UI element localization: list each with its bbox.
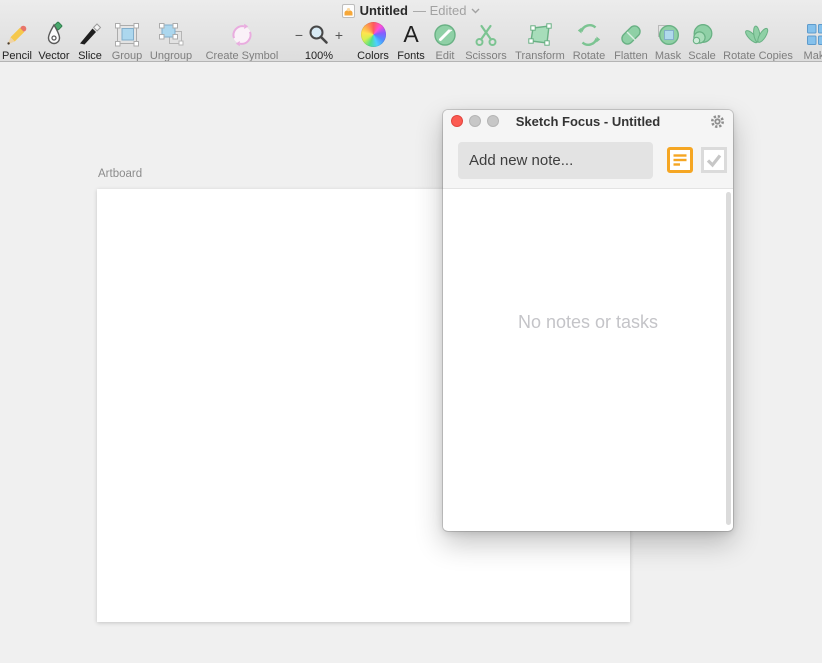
- toolbar-pencil-label: Pencil: [2, 50, 32, 62]
- toolbar-fonts[interactable]: A Fonts: [391, 20, 431, 62]
- toolbar-slice[interactable]: Slice: [74, 20, 106, 62]
- toolbar-make-grid[interactable]: Make: [788, 20, 822, 62]
- create-symbol-icon: [229, 20, 255, 49]
- vector-pen-icon: [40, 20, 68, 49]
- zoom-button: [487, 115, 499, 127]
- rotate-icon: [575, 20, 603, 49]
- colors-wheel-icon: [360, 20, 386, 49]
- ungroup-icon: [156, 20, 186, 49]
- artboard-label[interactable]: Artboard: [98, 168, 142, 180]
- toolbar-mask-label: Mask: [654, 50, 682, 62]
- toolbar-edit-label: Edit: [435, 50, 455, 62]
- task-mode-button[interactable]: [701, 146, 727, 174]
- toolbar-colors[interactable]: Colors: [351, 20, 395, 62]
- window-edited-status: — Edited: [412, 3, 467, 18]
- make-grid-icon: [805, 20, 822, 49]
- minimize-button: [469, 115, 481, 127]
- empty-state-text: No notes or tasks: [517, 312, 659, 332]
- toolbar-vector[interactable]: Vector: [35, 20, 73, 62]
- toolbar-rotate[interactable]: Rotate: [567, 20, 611, 62]
- pencil-icon: [3, 20, 31, 49]
- toolbar-tools: Pencil Vector Slice Group Ungroup Create…: [0, 18, 822, 62]
- sketch-focus-panel: Sketch Focus - Untitled No notes or task…: [443, 110, 733, 531]
- rotate-copies-icon: [744, 20, 772, 49]
- chevron-down-icon[interactable]: [471, 8, 480, 14]
- zoom-in-button[interactable]: +: [334, 27, 344, 43]
- scale-icon: [688, 20, 716, 49]
- scissors-icon: [472, 20, 500, 49]
- toolbar-flatten-label: Flatten: [614, 50, 648, 62]
- gear-icon: [711, 115, 724, 128]
- toolbar-flatten[interactable]: Flatten: [608, 20, 654, 62]
- note-lines-icon: [667, 147, 693, 173]
- checkmark-icon: [701, 147, 727, 173]
- flatten-icon: [617, 20, 645, 49]
- toolbar-rotate-copies-label: Rotate Copies: [723, 50, 793, 62]
- toolbar-make-grid-label: Make: [803, 50, 822, 62]
- toolbar-scale[interactable]: Scale: [683, 20, 721, 62]
- window-titlebar: Untitled — Edited: [0, 0, 822, 18]
- panel-header: [443, 132, 733, 189]
- toolbar-rotate-copies[interactable]: Rotate Copies: [719, 20, 797, 62]
- app-toolbar: Untitled — Edited Pencil Vector Slice Gr…: [0, 0, 822, 62]
- toolbar-edit[interactable]: Edit: [428, 20, 462, 62]
- edit-icon: [432, 20, 458, 49]
- toolbar-transform[interactable]: Transform: [509, 20, 571, 62]
- zoom-out-button[interactable]: −: [294, 27, 304, 43]
- toolbar-create-symbol[interactable]: Create Symbol: [197, 20, 287, 62]
- toolbar-create-symbol-label: Create Symbol: [205, 50, 279, 62]
- toolbar-colors-label: Colors: [357, 50, 389, 62]
- toolbar-group-label: Group: [111, 50, 143, 62]
- panel-content: No notes or tasks: [443, 189, 733, 530]
- toolbar-fonts-label: Fonts: [397, 50, 425, 62]
- toolbar-group[interactable]: Group: [107, 20, 147, 62]
- slice-knife-icon: [76, 20, 104, 49]
- toolbar-transform-label: Transform: [515, 50, 565, 62]
- note-input[interactable]: [458, 141, 653, 179]
- toolbar-scissors-label: Scissors: [465, 50, 507, 62]
- settings-button[interactable]: [710, 114, 725, 129]
- panel-titlebar[interactable]: Sketch Focus - Untitled: [443, 110, 733, 132]
- zoom-level-label: 100%: [304, 50, 334, 62]
- panel-title: Sketch Focus - Untitled: [515, 113, 661, 129]
- close-button[interactable]: [451, 115, 463, 127]
- toolbar-scissors[interactable]: Scissors: [461, 20, 511, 62]
- mask-icon: [654, 20, 682, 49]
- transform-icon: [526, 20, 554, 49]
- toolbar-vector-label: Vector: [38, 50, 70, 62]
- toolbar-zoom-controls: − + 100%: [288, 20, 350, 62]
- toolbar-slice-label: Slice: [78, 50, 102, 62]
- traffic-lights: [451, 115, 499, 127]
- fonts-a-icon: A: [403, 21, 419, 47]
- panel-scrollbar[interactable]: [726, 192, 731, 525]
- document-icon: [341, 3, 355, 18]
- toolbar-ungroup-label: Ungroup: [149, 50, 193, 62]
- toolbar-scale-label: Scale: [688, 50, 716, 62]
- group-icon: [113, 20, 141, 49]
- note-mode-button[interactable]: [666, 146, 694, 174]
- zoom-magnifier-icon[interactable]: [307, 23, 331, 47]
- toolbar-rotate-label: Rotate: [572, 50, 606, 62]
- toolbar-pencil[interactable]: Pencil: [0, 20, 34, 62]
- toolbar-mask[interactable]: Mask: [651, 20, 685, 62]
- toolbar-ungroup[interactable]: Ungroup: [147, 20, 195, 62]
- window-title: Untitled: [359, 3, 408, 18]
